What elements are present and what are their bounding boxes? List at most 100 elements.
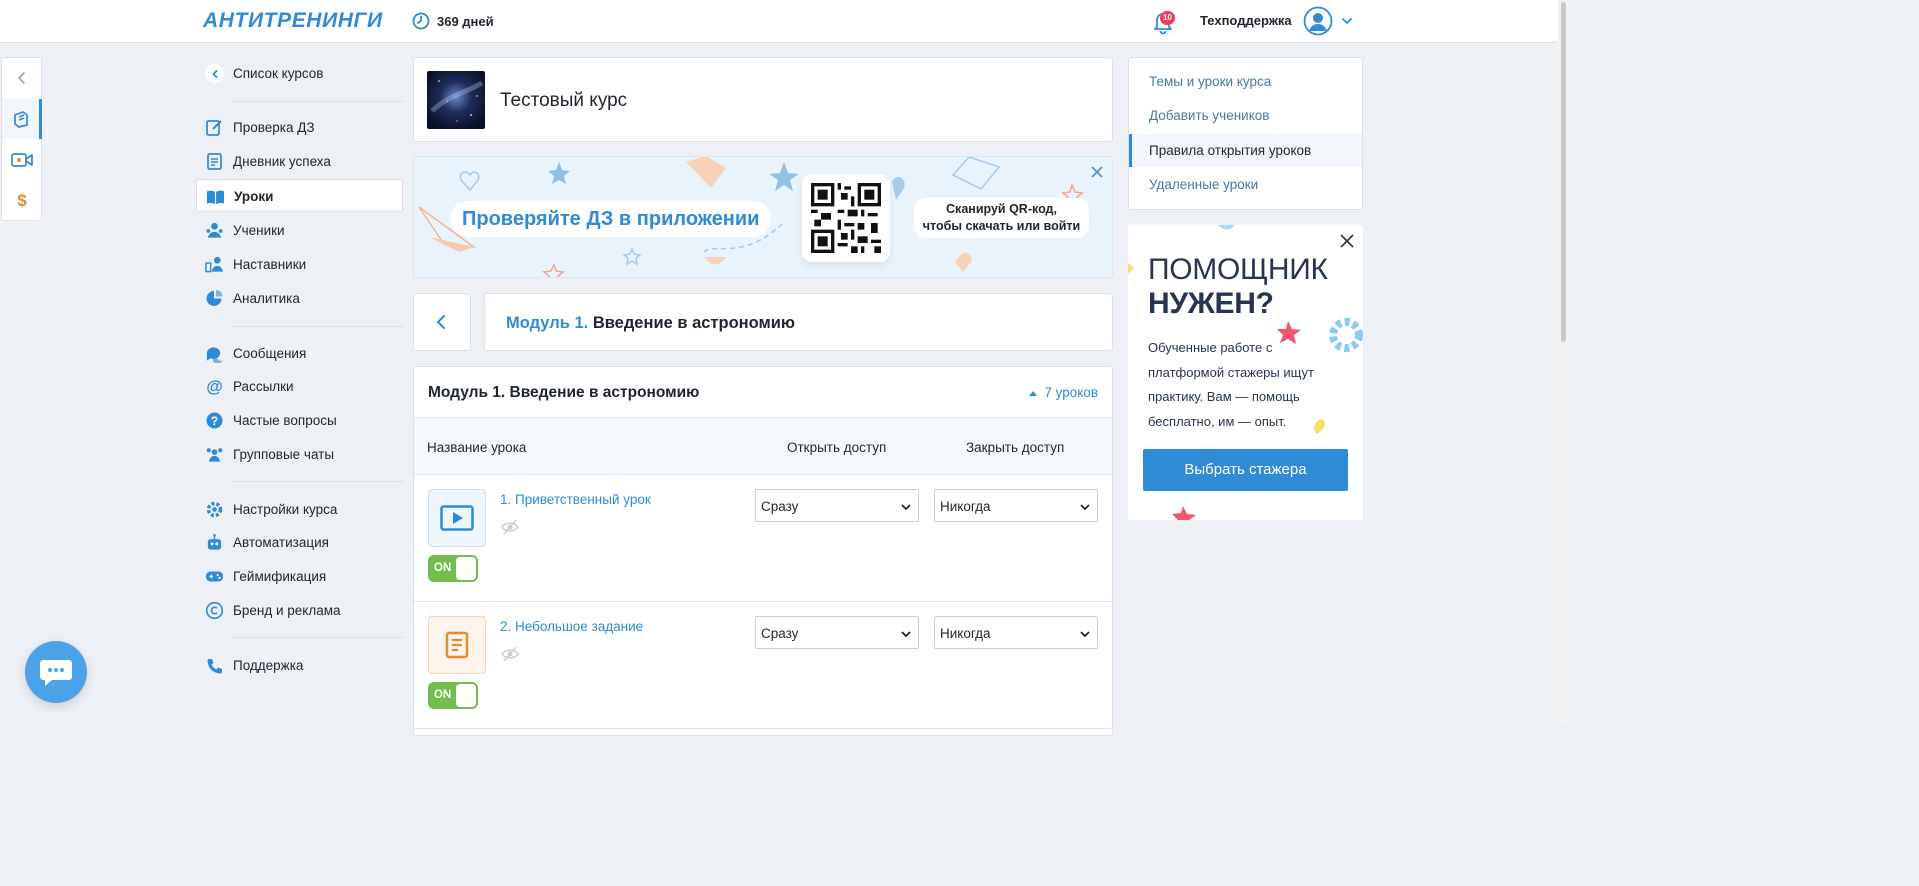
select-value: Никогда [940, 626, 991, 641]
rail-courses-button[interactable] [2, 99, 42, 139]
toggle-label: ON [434, 562, 452, 574]
top-header: АНТИТРЕНИНГИ 369 дней 10 Техподдержка [0, 0, 1558, 43]
robot-icon [207, 534, 222, 550]
svg-text:?: ? [211, 414, 218, 428]
phone-icon [207, 658, 222, 673]
module-name: Введение в астрономию [592, 314, 795, 332]
days-text: 369 дней [437, 13, 494, 29]
sidebar-item-homework[interactable]: Проверка ДЗ [196, 111, 403, 144]
avatar-icon[interactable] [1303, 6, 1333, 36]
close-access-select[interactable]: Никогда [934, 616, 1098, 649]
module-prefix: Модуль 1. [506, 314, 589, 332]
sidebar-item-label: Поддержка [233, 658, 304, 673]
user-name[interactable]: Техподдержка [1200, 13, 1292, 28]
back-arrow-icon [205, 64, 224, 83]
sidebar-item-faq[interactable]: ? Частые вопросы [196, 404, 403, 437]
right-nav-topics[interactable]: Темы и уроки курса [1129, 65, 1362, 98]
select-value: Сразу [761, 499, 799, 514]
rail-video-button[interactable] [2, 140, 42, 180]
chevron-down-icon[interactable] [1340, 14, 1354, 28]
qr-code[interactable] [802, 174, 890, 262]
sidebar-item-label: Наставники [233, 257, 307, 272]
sidebar-divider [233, 637, 403, 638]
lessons-collapse-toggle[interactable]: 7 уроков [1028, 385, 1098, 400]
sidebar-item-label: Ученики [233, 223, 285, 238]
module-header: Модуль 1. Введение в астрономию [484, 293, 1113, 351]
chevron-left-icon [17, 72, 25, 84]
open-access-select[interactable]: Сразу [755, 489, 919, 522]
caret-up-icon [1029, 390, 1038, 396]
sidebar-item-students[interactable]: Ученики [196, 214, 403, 247]
sidebar-item-gamification[interactable]: Геймификация [196, 560, 403, 593]
sidebar-item-course-settings[interactable]: Настройки курса [196, 493, 403, 526]
play-video-icon [440, 505, 474, 531]
sidebar-divider [233, 481, 403, 482]
right-nav-deleted-lessons[interactable]: Удаленные уроки [1129, 168, 1362, 201]
lesson-type-badge[interactable] [428, 616, 486, 674]
lesson-count: 7 уроков [1044, 385, 1098, 400]
course-right-nav: Темы и уроки курса Добавить учеников Пра… [1128, 57, 1363, 210]
messages-icon [206, 347, 224, 363]
right-nav-add-students[interactable]: Добавить учеников [1129, 99, 1362, 132]
chat-widget-button[interactable] [25, 641, 87, 703]
lesson-title-link[interactable]: 1. Приветственный урок [500, 492, 651, 507]
days-counter: 369 дней [412, 11, 494, 31]
notification-badge: 10 [1160, 11, 1175, 25]
rail-collapse-button[interactable] [2, 58, 42, 98]
sidebar-item-label: Список курсов [233, 66, 324, 81]
lesson-visibility-toggle[interactable]: ON [428, 555, 478, 582]
question-icon: ? [206, 412, 223, 429]
at-sign-icon: @ [206, 376, 223, 396]
choose-intern-button[interactable]: Выбрать стажера [1143, 449, 1348, 491]
chevron-left-icon [436, 315, 445, 329]
lesson-title-link[interactable]: 2. Небольшое задание [500, 619, 643, 634]
module-back-button[interactable] [413, 293, 471, 351]
toggle-knob [456, 684, 476, 707]
table-row: 1. Приветственный урок ON Сразу Никогда [414, 475, 1112, 602]
group-chat-icon [206, 448, 223, 462]
sidebar-divider [233, 101, 403, 102]
sidebar-item-mentors[interactable]: Наставники [196, 248, 403, 281]
lesson-type-badge[interactable] [428, 489, 486, 547]
right-nav-access-rules[interactable]: Правила открытия уроков [1129, 134, 1362, 167]
copyright-icon [205, 601, 224, 620]
lesson-visibility-toggle[interactable]: ON [428, 682, 478, 709]
logo[interactable]: АНТИТРЕНИНГИ [203, 9, 383, 33]
sidebar-item-success-diary[interactable]: Дневник успеха [196, 145, 403, 178]
sidebar-item-label: Дневник успеха [233, 154, 331, 169]
lessons-block-title: Модуль 1. Введение в астрономию [428, 384, 700, 401]
column-header-name: Название урока [427, 440, 527, 455]
sidebar-item-support[interactable]: Поддержка [196, 649, 403, 682]
column-header-close: Закрыть доступ [966, 440, 1065, 455]
sidebar-item-lessons[interactable]: Уроки [196, 179, 403, 212]
sidebar-item-messages[interactable]: Сообщения [196, 337, 403, 370]
close-access-select[interactable]: Никогда [934, 489, 1098, 522]
dollar-icon: $ [17, 191, 27, 210]
app-promo-banner[interactable]: Проверяйте ДЗ в приложении Сканируй QR-к… [413, 156, 1113, 278]
book-icon [206, 190, 225, 205]
sidebar-item-label: Рассылки [233, 379, 294, 394]
sidebar-item-label: Автоматизация [233, 535, 329, 550]
eye-off-icon[interactable] [500, 517, 520, 537]
sidebar-item-mailings[interactable]: @ Рассылки [196, 370, 403, 403]
eye-off-icon[interactable] [500, 644, 520, 664]
sidebar-item-group-chats[interactable]: Групповые чаты [196, 438, 403, 471]
course-thumbnail[interactable] [427, 71, 485, 129]
sidebar-back-to-courses[interactable]: Список курсов [196, 57, 403, 90]
page-scrollbar-thumb[interactable] [1561, 2, 1566, 342]
gear-icon [206, 501, 223, 518]
close-icon[interactable] [1090, 165, 1104, 179]
open-access-select[interactable]: Сразу [755, 616, 919, 649]
mentors-icon [205, 256, 224, 273]
assistant-promo-card: ПОМОЩНИК НУЖЕН? Обученные работе с платф… [1128, 225, 1363, 520]
sidebar-item-automation[interactable]: Автоматизация [196, 526, 403, 559]
table-row: 2. Небольшое задание ON Сразу Никогда [414, 602, 1112, 729]
close-icon[interactable] [1339, 233, 1355, 249]
course-header-card: Тестовый курс [413, 57, 1113, 142]
toggle-label: ON [434, 689, 452, 701]
sidebar-item-brand[interactable]: Бренд и реклама [196, 594, 403, 627]
sidebar-item-analytics[interactable]: Аналитика [196, 282, 403, 315]
pie-chart-icon [206, 290, 223, 306]
promo-text: Обученные работе с платформой стажеры ищ… [1148, 340, 1314, 429]
rail-money-button[interactable]: $ [2, 181, 42, 221]
